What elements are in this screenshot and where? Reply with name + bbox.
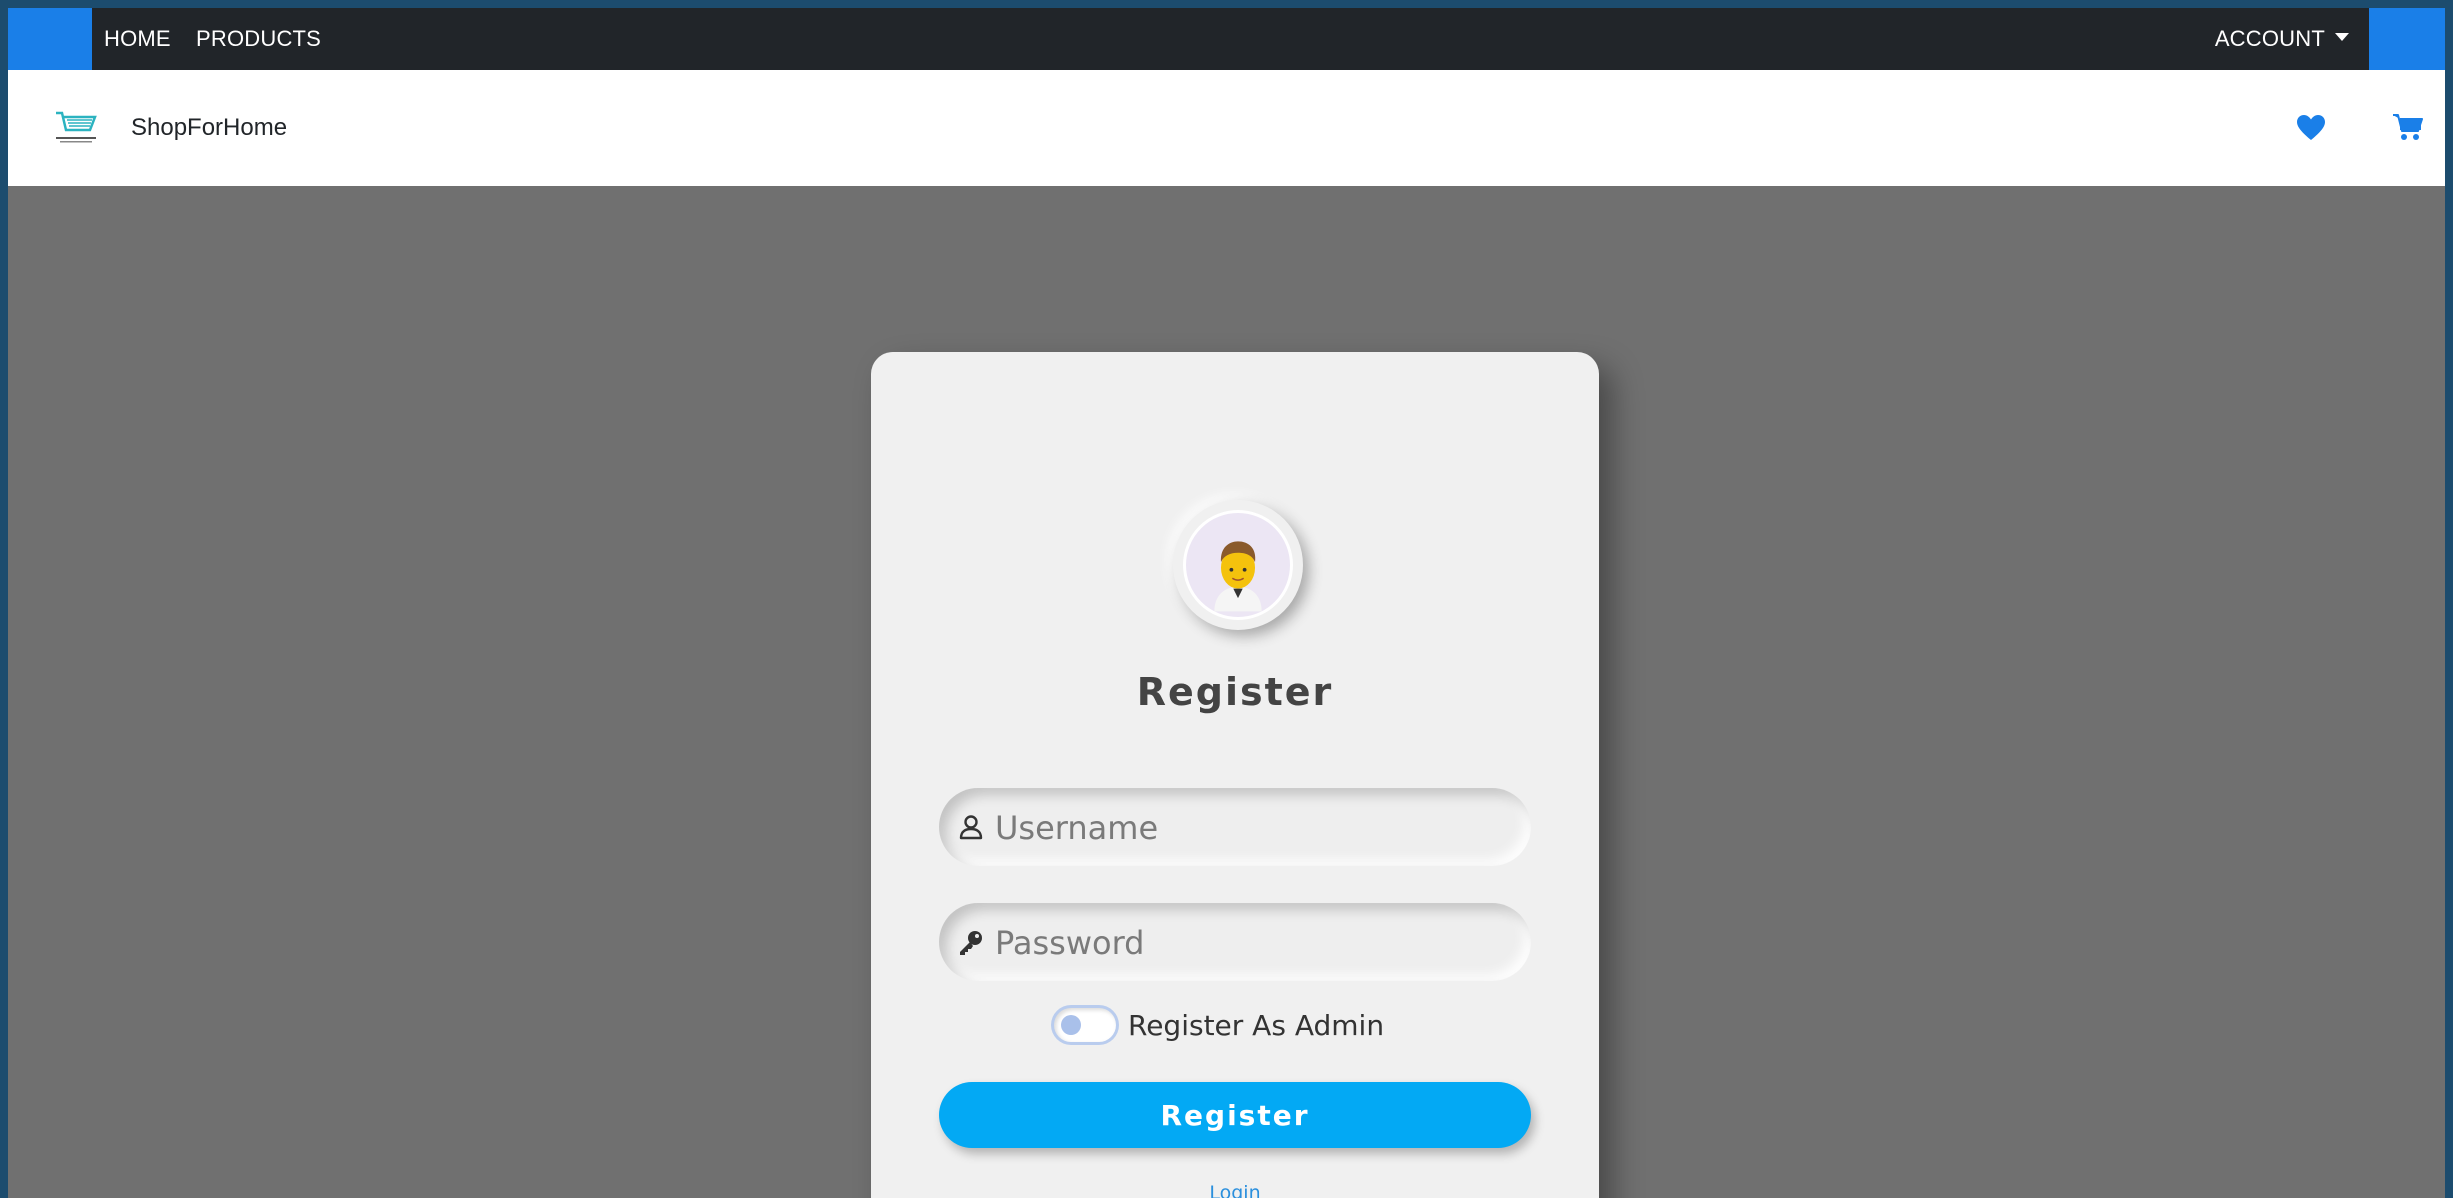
password-field[interactable] — [939, 903, 1531, 983]
nav-products-link[interactable]: PRODUCTS — [196, 8, 321, 70]
password-input[interactable] — [993, 903, 1517, 983]
register-card: Register Register As Admin Register Logi… — [871, 352, 1599, 1198]
brand-name[interactable]: ShopForHome — [131, 108, 287, 148]
admin-toggle-row: Register As Admin — [871, 1004, 1599, 1048]
top-navbar: HOME PRODUCTS ACCOUNT — [8, 8, 2445, 70]
register-title: Register — [1136, 670, 1334, 714]
register-button[interactable]: Register — [939, 1082, 1531, 1148]
register-as-admin-toggle[interactable] — [1054, 1008, 1116, 1042]
nav-home-link[interactable]: HOME — [104, 8, 171, 70]
user-avatar-icon — [1214, 541, 1262, 612]
brand-bar: ShopForHome — [8, 70, 2445, 186]
app-frame: HOME PRODUCTS ACCOUNT ShopForHome Regist… — [8, 8, 2445, 1198]
navbar-accent-left — [8, 8, 92, 70]
shopping-cart-logo-icon[interactable] — [52, 110, 100, 146]
login-link[interactable]: Login — [871, 1182, 1599, 1198]
cart-icon[interactable] — [2392, 112, 2424, 142]
username-field[interactable] — [939, 788, 1531, 868]
toggle-knob — [1061, 1015, 1081, 1035]
user-icon — [959, 815, 983, 840]
username-input[interactable] — [993, 788, 1517, 868]
key-icon — [960, 931, 982, 955]
caret-down-icon — [2335, 33, 2349, 42]
heart-icon[interactable] — [2296, 114, 2326, 142]
register-as-admin-label: Register As Admin — [1128, 1009, 1385, 1042]
navbar-accent-right — [2369, 8, 2445, 70]
account-dropdown-label: ACCOUNT — [2214, 26, 2325, 51]
avatar-frame — [1183, 510, 1293, 620]
account-dropdown[interactable]: ACCOUNT — [2215, 8, 2349, 70]
avatar — [1173, 500, 1303, 630]
